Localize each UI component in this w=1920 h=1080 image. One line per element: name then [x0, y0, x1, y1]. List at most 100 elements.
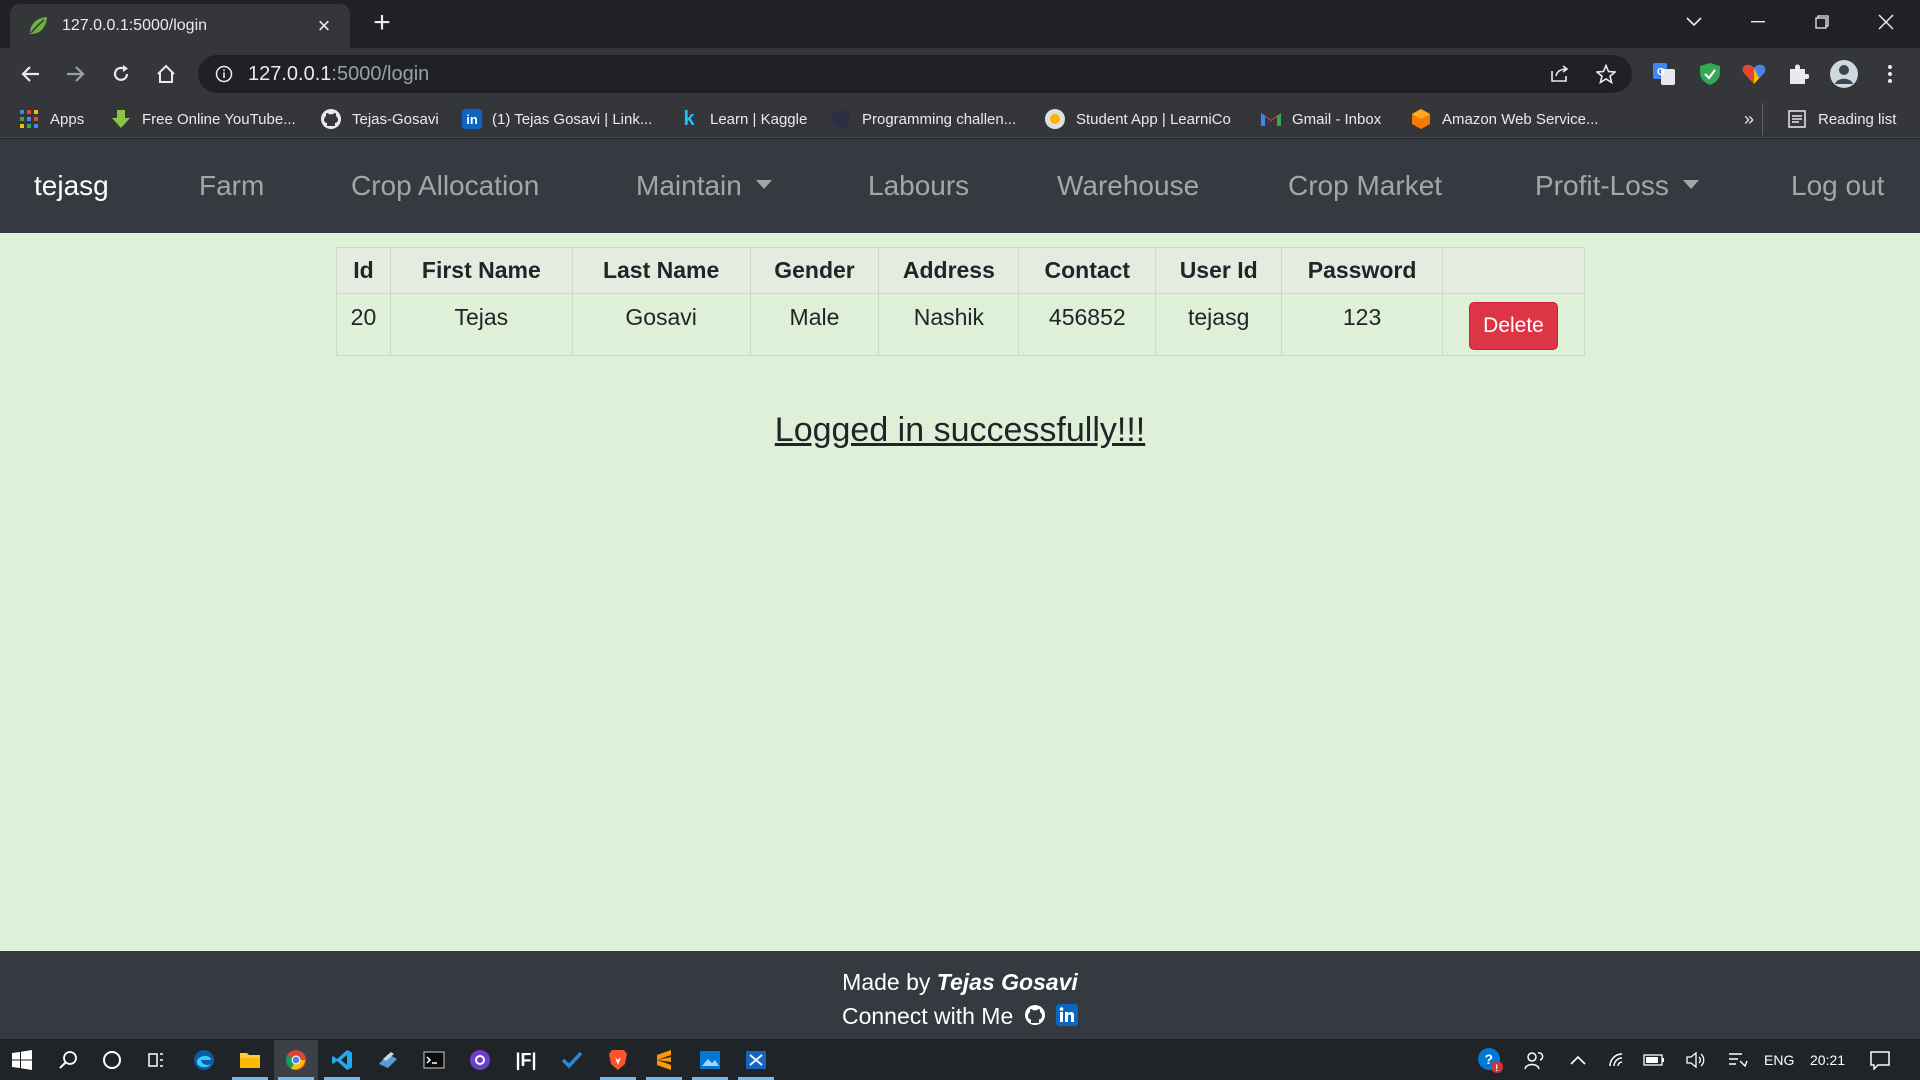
input-method-icon[interactable] — [1716, 1040, 1760, 1080]
forward-icon[interactable] — [60, 58, 92, 90]
bookmark-apps[interactable]: Apps — [18, 107, 84, 131]
linkedin-icon[interactable] — [1056, 1001, 1079, 1035]
tab-search-chevron-icon[interactable] — [1666, 0, 1722, 44]
cortana-icon[interactable] — [90, 1040, 134, 1080]
heart-extension-icon[interactable] — [1738, 58, 1770, 90]
vscode-icon[interactable] — [320, 1040, 364, 1080]
column-header-password: Password — [1281, 247, 1444, 294]
close-window-icon[interactable] — [1858, 0, 1914, 44]
todo-icon[interactable] — [550, 1040, 594, 1080]
cell-action: Delete — [1442, 293, 1585, 356]
sublime-icon[interactable] — [642, 1040, 686, 1080]
users-table: Id First Name Last Name Gender Address C… — [336, 247, 1585, 356]
column-header-action — [1442, 247, 1585, 294]
share-icon[interactable] — [1544, 58, 1576, 90]
caret-down-icon — [1682, 180, 1699, 190]
bookmark-github[interactable]: Tejas-Gosavi — [320, 107, 439, 131]
windows-start-icon[interactable] — [0, 1040, 44, 1080]
bookmark-label: Apps — [50, 110, 85, 128]
nav-labours[interactable]: Labours — [868, 139, 969, 233]
footer-connect: Connect with Me — [0, 999, 1920, 1033]
bookmark-programming[interactable]: Programming challen... — [830, 107, 1016, 131]
site-navbar: tejasg Farm Crop Allocation Maintain Lab… — [0, 139, 1920, 233]
language-indicator[interactable]: ENG — [1764, 1040, 1794, 1080]
github-icon[interactable] — [1024, 1001, 1046, 1035]
terminal-icon[interactable] — [412, 1040, 456, 1080]
nav-crop-allocation[interactable]: Crop Allocation — [351, 139, 539, 233]
address-bar[interactable]: 127.0.0.1:5000/login — [198, 55, 1632, 93]
back-icon[interactable] — [14, 58, 46, 90]
site-info-icon[interactable] — [214, 64, 234, 84]
nav-log-out[interactable]: Log out — [1791, 139, 1884, 233]
action-center-icon[interactable] — [1858, 1040, 1902, 1080]
profile-avatar-icon[interactable] — [1828, 58, 1860, 90]
column-header-last-name: Last Name — [571, 247, 751, 294]
clock[interactable]: 20:21 — [1810, 1040, 1845, 1080]
bookmark-label: (1) Tejas Gosavi | Link... — [492, 110, 653, 128]
tab-close-icon[interactable]: × — [312, 13, 336, 39]
bookmark-aws[interactable]: Amazon Web Service... — [1410, 107, 1598, 131]
browser-tab[interactable]: 127.0.0.1:5000/login × — [10, 4, 350, 48]
new-tab-icon[interactable]: + — [366, 8, 398, 40]
browser-menu-icon[interactable] — [1874, 58, 1906, 90]
page-content: Id First Name Last Name Gender Address C… — [0, 233, 1920, 951]
reading-list-button[interactable]: Reading list — [1786, 107, 1896, 131]
bookmark-star-icon[interactable] — [1590, 58, 1622, 90]
battery-icon[interactable] — [1632, 1040, 1676, 1080]
reload-icon[interactable] — [105, 58, 137, 90]
extensions-puzzle-icon[interactable] — [1782, 58, 1814, 90]
bookmark-kaggle[interactable]: k Learn | Kaggle — [678, 107, 807, 131]
reading-list-icon — [1786, 108, 1808, 130]
gmail-icon — [1260, 108, 1282, 130]
bookmark-linkedin[interactable]: in (1) Tejas Gosavi | Link... — [462, 107, 652, 131]
cell-address: Nashik — [878, 293, 1020, 356]
volume-icon[interactable] — [1674, 1040, 1718, 1080]
nav-maintain-dropdown[interactable]: Maintain — [636, 139, 772, 233]
bookmark-gmail[interactable]: Gmail - Inbox — [1260, 107, 1381, 131]
brave-icon[interactable] — [596, 1040, 640, 1080]
reading-list-label: Reading list — [1818, 110, 1897, 128]
nav-brand[interactable]: tejasg — [34, 139, 109, 233]
bookmark-youtube-downloader[interactable]: Free Online YouTube... — [110, 107, 296, 131]
task-view-icon[interactable] — [134, 1040, 178, 1080]
nav-profit-loss-dropdown[interactable]: Profit-Loss — [1535, 139, 1699, 233]
bookmark-label: Gmail - Inbox — [1292, 110, 1382, 128]
bookmarks-overflow[interactable]: » — [1744, 107, 1754, 131]
delete-button[interactable]: Delete — [1469, 302, 1558, 350]
nav-farm[interactable]: Farm — [199, 139, 264, 233]
adblock-shield-icon[interactable] — [1694, 58, 1726, 90]
cell-contact: 456852 — [1018, 293, 1157, 356]
nav-warehouse[interactable]: Warehouse — [1057, 139, 1199, 233]
url-text: 127.0.0.1:5000/login — [248, 63, 429, 86]
linkedin-icon: in — [462, 109, 482, 129]
chrome-icon[interactable] — [274, 1040, 318, 1080]
bookmark-label: Learn | Kaggle — [710, 110, 808, 128]
show-hidden-icons-chevron[interactable] — [1556, 1040, 1600, 1080]
apps-grid-icon — [18, 108, 40, 130]
bookmark-label: Student App | LearniCo — [1076, 110, 1231, 128]
aws-icon — [1410, 108, 1432, 130]
windows-taskbar: |F| ?! ENG 20:21 — [0, 1040, 1920, 1080]
author-name: Tejas Gosavi — [936, 969, 1078, 995]
edge-icon[interactable] — [182, 1040, 226, 1080]
url-host: 127.0.0.1 — [248, 62, 332, 85]
minimize-icon[interactable] — [1730, 0, 1786, 44]
photos-icon[interactable] — [688, 1040, 732, 1080]
search-icon[interactable] — [46, 1040, 90, 1080]
cell-id: 20 — [336, 293, 391, 356]
github-desktop-icon[interactable] — [458, 1040, 502, 1080]
bookmarks-divider — [1762, 103, 1763, 135]
footer-made-by: Made by Tejas Gosavi — [0, 965, 1920, 999]
file-explorer-icon[interactable] — [228, 1040, 272, 1080]
jupyter-icon[interactable]: |F| — [504, 1040, 548, 1080]
bookmark-learnico[interactable]: Student App | LearniCo — [1044, 107, 1231, 131]
google-translate-icon[interactable]: G — [1648, 58, 1680, 90]
people-icon[interactable] — [1512, 1040, 1556, 1080]
browser-toolbar: 127.0.0.1:5000/login G — [0, 48, 1920, 100]
restore-icon[interactable] — [1794, 0, 1850, 44]
snipping-tool-icon[interactable] — [734, 1040, 778, 1080]
python-idle-icon[interactable] — [366, 1040, 410, 1080]
nav-crop-market[interactable]: Crop Market — [1288, 139, 1442, 233]
help-notification-icon[interactable]: ?! — [1468, 1040, 1512, 1080]
home-icon[interactable] — [150, 58, 182, 90]
